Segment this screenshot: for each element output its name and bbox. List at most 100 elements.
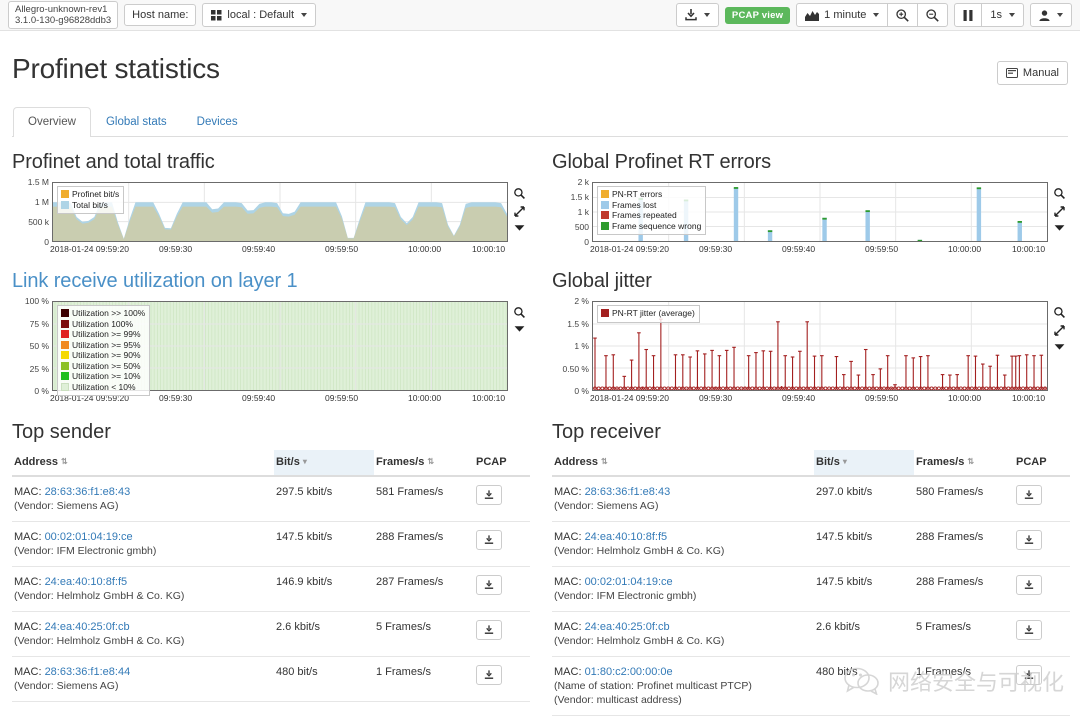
legend-item: Utilization >= 50% xyxy=(61,361,145,372)
mac-address-link[interactable]: 28:63:36:f1:e8:44 xyxy=(45,666,131,678)
mac-address-link[interactable]: 00:02:01:04:19:ce xyxy=(585,576,673,588)
th-bits-receiver[interactable]: Bit/s▾ xyxy=(814,450,914,476)
mac-address-link[interactable]: 24:ea:40:25:0f:cb xyxy=(585,621,670,633)
mac-address-link[interactable]: 24:ea:40:25:0f:cb xyxy=(45,621,130,633)
download-pcap-button[interactable] xyxy=(1016,665,1042,685)
download-pcap-button[interactable] xyxy=(476,620,502,640)
manual-button-label: Manual xyxy=(1023,67,1059,79)
th-address-sender[interactable]: Address⇅ xyxy=(12,450,274,476)
utilization-chart[interactable]: 100 % 75 % 50 % 25 % 0 % Utilization >> … xyxy=(12,301,508,409)
vendor-label: (Vendor: Helmholz GmbH & Co. KG) xyxy=(554,635,724,647)
rt-errors-y-axis: 2 k 1.5 k 1 k 500 0 xyxy=(552,182,592,242)
chevron-down-icon[interactable] xyxy=(514,224,525,232)
util-ytick-1: 25 % xyxy=(30,364,49,374)
cell-address: MAC: 24:ea:40:25:0f:cb(Vendor: Helmholz … xyxy=(12,612,274,657)
tab-overview[interactable]: Overview xyxy=(13,107,91,137)
user-icon xyxy=(1039,10,1050,21)
legend-item: Total bit/s xyxy=(61,200,119,211)
cell-bits: 2.6 kbit/s xyxy=(814,612,914,657)
magnifier-icon[interactable] xyxy=(1054,188,1065,199)
resize-diagonal-icon[interactable] xyxy=(1054,206,1065,217)
mac-address-link[interactable]: 01:80:c2:00:00:0e xyxy=(585,666,673,678)
resize-diagonal-icon[interactable] xyxy=(514,206,525,217)
pause-icon xyxy=(963,10,973,21)
magnifier-icon[interactable] xyxy=(514,188,525,199)
download-pcap-button[interactable] xyxy=(1016,620,1042,640)
rt-xtick-3: 09:59:50 xyxy=(865,244,898,254)
rt-xtick-1: 09:59:30 xyxy=(699,244,732,254)
download-pcap-button[interactable] xyxy=(476,485,502,505)
utilization-chart-tools xyxy=(508,301,530,333)
download-pcap-button[interactable] xyxy=(476,575,502,595)
export-download-button[interactable] xyxy=(676,3,719,27)
download-pcap-button[interactable] xyxy=(1016,485,1042,505)
chevron-down-icon xyxy=(1057,13,1063,17)
util-ytick-2: 50 % xyxy=(30,341,49,351)
legend-item: Frame sequence wrong xyxy=(601,221,701,232)
resize-diagonal-icon[interactable] xyxy=(1054,325,1065,336)
jitter-y-axis: 2 % 1.5 % 1 % 0.50 % 0 % xyxy=(552,301,592,391)
legend-label: Frames lost xyxy=(612,200,656,211)
tab-global-stats[interactable]: Global stats xyxy=(91,107,182,137)
mac-address-link[interactable]: 24:ea:40:10:8f:f5 xyxy=(45,576,128,588)
cell-pcap xyxy=(474,476,530,522)
zoom-in-button[interactable] xyxy=(887,3,918,27)
download-pcap-button[interactable] xyxy=(476,530,502,550)
magnifier-icon[interactable] xyxy=(514,307,525,318)
table-row: MAC: 01:80:c2:00:00:0e(Name of station: … xyxy=(552,657,1070,716)
chevron-down-icon xyxy=(873,13,879,17)
jitter-chart[interactable]: 2 % 1.5 % 1 % 0.50 % 0 % PN-RT jitter (a… xyxy=(552,301,1048,409)
top-sender-table: Address⇅ Bit/s▾ Frames/s⇅ PCAP MAC: 28:6… xyxy=(12,450,530,702)
mac-label: MAC: xyxy=(14,666,42,678)
cell-bits: 297.5 kbit/s xyxy=(274,476,374,522)
tab-devices[interactable]: Devices xyxy=(182,107,253,137)
download-pcap-button[interactable] xyxy=(1016,530,1042,550)
rt-errors-chart[interactable]: 2 k 1.5 k 1 k 500 0 PN-RT errors Frames … xyxy=(552,182,1048,260)
legend-label: Total bit/s xyxy=(72,200,108,211)
cell-bits: 147.5 kbit/s xyxy=(814,567,914,612)
legend-label: Utilization >= 99% xyxy=(72,329,141,340)
user-menu-button[interactable] xyxy=(1030,3,1072,27)
chevron-down-icon[interactable] xyxy=(1054,343,1065,351)
cell-address: MAC: 01:80:c2:00:00:0e(Name of station: … xyxy=(552,657,814,716)
table-row: MAC: 28:63:36:f1:e8:43(Vendor: Siemens A… xyxy=(552,476,1070,522)
host-selector-dropdown[interactable]: local : Default xyxy=(202,3,316,27)
cell-address: MAC: 28:63:36:f1:e8:43(Vendor: Siemens A… xyxy=(12,476,274,522)
cell-frames: 1 Frames/s xyxy=(914,657,1014,716)
cell-pcap xyxy=(474,522,530,567)
mac-address-link[interactable]: 00:02:01:04:19:ce xyxy=(45,531,133,543)
rt-ytick-4: 2 k xyxy=(578,177,589,187)
table-row: MAC: 00:02:01:04:19:ce(Vendor: IFM Elect… xyxy=(12,522,530,567)
zoom-out-icon xyxy=(926,9,939,22)
th-frames-receiver[interactable]: Frames/s⇅ xyxy=(914,450,1014,476)
profinet-traffic-chart[interactable]: 1.5 M 1 M 500 k 0 Profinet bit/s Total b… xyxy=(12,182,508,260)
download-pcap-button[interactable] xyxy=(1016,575,1042,595)
mac-address-link[interactable]: 28:63:36:f1:e8:43 xyxy=(45,486,131,498)
th-bits-sender[interactable]: Bit/s▾ xyxy=(274,450,374,476)
panel-global-rt-errors: Global Profinet RT errors 2 k 1.5 k 1 k … xyxy=(552,151,1070,260)
th-frames-sender[interactable]: Frames/s⇅ xyxy=(374,450,474,476)
cell-pcap xyxy=(474,612,530,657)
pause-button[interactable] xyxy=(954,3,982,27)
mac-address-link[interactable]: 24:ea:40:10:8f:f5 xyxy=(585,531,668,543)
th-address-receiver[interactable]: Address⇅ xyxy=(552,450,814,476)
mac-label: MAC: xyxy=(554,666,582,678)
timerange-dropdown[interactable]: 1 minute xyxy=(796,3,888,27)
zoom-out-button[interactable] xyxy=(917,3,948,27)
jitter-xtick-3: 09:59:50 xyxy=(865,393,898,403)
mac-address-link[interactable]: 28:63:36:f1:e8:43 xyxy=(585,486,671,498)
manual-button[interactable]: Manual xyxy=(997,61,1068,85)
download-pcap-button[interactable] xyxy=(476,665,502,685)
chevron-down-icon xyxy=(1009,13,1015,17)
chevron-down-icon[interactable] xyxy=(1054,224,1065,232)
magnifier-icon[interactable] xyxy=(1054,307,1065,318)
legend-label: Frame sequence wrong xyxy=(612,221,701,232)
mac-label: MAC: xyxy=(554,576,582,588)
link-utilization-title[interactable]: Link receive utilization on layer 1 xyxy=(12,270,530,293)
panel-link-utilization: Link receive utilization on layer 1 100 … xyxy=(12,270,530,409)
chevron-down-icon[interactable] xyxy=(514,325,525,333)
legend-item: PN-RT jitter (average) xyxy=(601,308,695,319)
refresh-interval-dropdown[interactable]: 1s xyxy=(981,3,1024,27)
table-row: MAC: 28:63:36:f1:e8:43(Vendor: Siemens A… xyxy=(12,476,530,522)
zoom-in-icon xyxy=(896,9,909,22)
